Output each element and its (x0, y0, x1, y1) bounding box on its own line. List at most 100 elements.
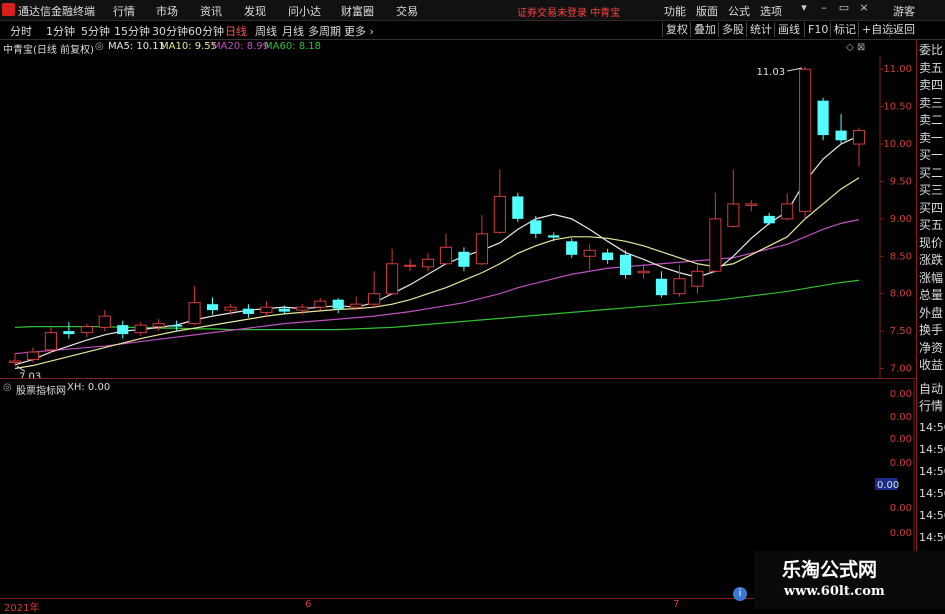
menu-item-options[interactable]: 选项 (760, 3, 782, 19)
menu-item-function[interactable]: 功能 (664, 3, 686, 19)
chart-options-icon[interactable]: ◇ ⊠ (846, 42, 865, 53)
menu-item-discover[interactable]: 发现 (244, 3, 266, 19)
period-toolbar: 分时 1分钟 5分钟 15分钟 30分钟 60分钟 日线 周线 月线 多周期 更… (0, 21, 945, 40)
candle (727, 169, 740, 228)
period-60min[interactable]: 60分钟 (188, 23, 224, 39)
tool-overlay[interactable]: 叠加 (690, 22, 719, 37)
price-tick-label: 7.50 (890, 326, 912, 337)
tool-mark[interactable]: 标记 (830, 22, 859, 37)
candle (188, 286, 201, 326)
quote-label-1: 卖五 (919, 60, 944, 75)
price-tick-label: 10.50 (883, 102, 912, 113)
auto-quote-label-1[interactable]: 行情 (919, 400, 943, 413)
menu-item-wealth[interactable]: 财富圈 (341, 3, 374, 19)
candle (566, 238, 578, 258)
guest-user[interactable]: 游客 (893, 3, 915, 19)
app-title: 通达信金融终端 (18, 5, 95, 18)
close-icon[interactable]: × (858, 2, 870, 14)
candle (403, 259, 417, 272)
period-1min[interactable]: 1分钟 (46, 23, 75, 39)
tool-f10[interactable]: F10 (804, 22, 831, 37)
restore-icon[interactable]: ▭ (838, 2, 850, 14)
sub-axis-label: 0.00 (890, 389, 912, 400)
period-more[interactable]: 更多 › (344, 23, 374, 39)
info-icon[interactable]: i (733, 587, 747, 601)
sub-axis-label: 0.00 (877, 480, 899, 491)
candle (852, 127, 866, 167)
quote-label-18: 收益 (919, 358, 944, 372)
quote-label-5: 卖一 (919, 130, 944, 145)
kline-chart[interactable]: 7.00 7.50 8.00 8.50 9.00 9.50 10.00 10.50 11.00 1… (0, 56, 916, 378)
period-fenshi[interactable]: 分时 (10, 23, 32, 39)
quote-label-13: 涨幅 (919, 270, 944, 285)
candle (117, 320, 129, 339)
login-warning[interactable]: 证券交易未登录 中青宝 (517, 4, 620, 19)
menu-item-xiaoda[interactable]: 问小达 (288, 3, 321, 19)
dropdown-icon[interactable]: ▾ (798, 2, 810, 14)
tool-multistock[interactable]: 多股 (718, 22, 747, 37)
quote-label-8: 买三 (919, 183, 944, 197)
ma60-line (14, 279, 860, 331)
candle (171, 320, 183, 332)
app-logo-icon (2, 3, 15, 16)
candle (745, 200, 758, 212)
period-multi[interactable]: 多周期 (308, 23, 341, 39)
menu-item-news[interactable]: 资讯 (200, 3, 222, 19)
candle (835, 114, 847, 145)
trade-time-3: 14:50 (919, 487, 945, 500)
time-label-6: 6 (305, 599, 312, 610)
menu-item-layout[interactable]: 版面 (696, 3, 718, 19)
candle (583, 244, 596, 270)
candle (709, 192, 722, 273)
price-tick-label: 11.00 (883, 64, 912, 75)
menu-item-market[interactable]: 市场 (156, 3, 178, 19)
quote-label-14: 总量 (919, 288, 944, 302)
candle (368, 271, 381, 308)
stock-title: 中青宝(日线 前复权) (3, 45, 94, 56)
period-weekly[interactable]: 周线 (255, 23, 277, 39)
menu-item-trade[interactable]: 交易 (396, 3, 418, 19)
watermark-title: 乐淘公式网 (782, 559, 878, 581)
period-15min[interactable]: 15分钟 (114, 23, 150, 39)
ma20-line (14, 219, 860, 355)
trade-time-5: 14:50 (919, 531, 945, 544)
price-tick-label: 7.00 (890, 364, 912, 375)
candle (206, 297, 219, 315)
quote-label-11: 现价 (919, 235, 944, 250)
minimize-icon[interactable]: – (818, 2, 830, 14)
candle (314, 298, 327, 311)
quote-label-7: 买二 (919, 165, 944, 180)
menu-item-hangqing[interactable]: 行情 (113, 3, 135, 19)
indicator-name: 股票指标网 (16, 386, 66, 397)
menu-bar: 通达信金融终端 行情 市场 资讯 发现 问小达 财富圈 交易 证券交易未登录 中… (0, 0, 945, 21)
sub-axis-label: 0.00 (890, 528, 912, 539)
quote-label-17: 净资 (919, 340, 944, 355)
candle (763, 212, 775, 225)
tool-fuquan[interactable]: 复权 (662, 22, 691, 37)
low-marker-label: 7.03 (19, 371, 41, 378)
ma20-value: MA20: 8.99 (212, 41, 270, 52)
tool-stats[interactable]: 统计 (746, 22, 775, 37)
menu-item-formula[interactable]: 公式 (728, 3, 750, 19)
period-5min[interactable]: 5分钟 (81, 23, 110, 39)
candle (493, 169, 506, 234)
period-monthly[interactable]: 月线 (282, 23, 304, 39)
candle (260, 301, 273, 317)
watermark-url: www.60lt.com (784, 584, 885, 599)
period-daily[interactable]: 日线 (225, 23, 247, 39)
candle (691, 263, 704, 294)
auto-quote-label-0[interactable]: 自动 (919, 383, 943, 396)
quote-panel: 委比 卖五 卖四 卖三 卖二 卖一 买一 买二 买三 买四 买五 现价 涨跌 涨幅 总量 外盘 换手 净资 收益 自动… (916, 40, 945, 609)
indicator-gear-icon[interactable]: ◎ (3, 382, 12, 393)
candle (134, 322, 147, 336)
tool-draw[interactable]: 画线 (774, 22, 803, 37)
tool-back[interactable]: 返回 (889, 22, 918, 37)
candle (458, 247, 470, 272)
pane-separator (0, 378, 916, 379)
candle (242, 304, 255, 318)
candle (781, 193, 794, 221)
settings-gear-icon[interactable]: ◎ (95, 41, 104, 52)
high-marker-label: 11.03 (757, 67, 786, 78)
period-30min[interactable]: 30分钟 (152, 23, 188, 39)
trade-time-4: 14:50 (919, 509, 945, 522)
